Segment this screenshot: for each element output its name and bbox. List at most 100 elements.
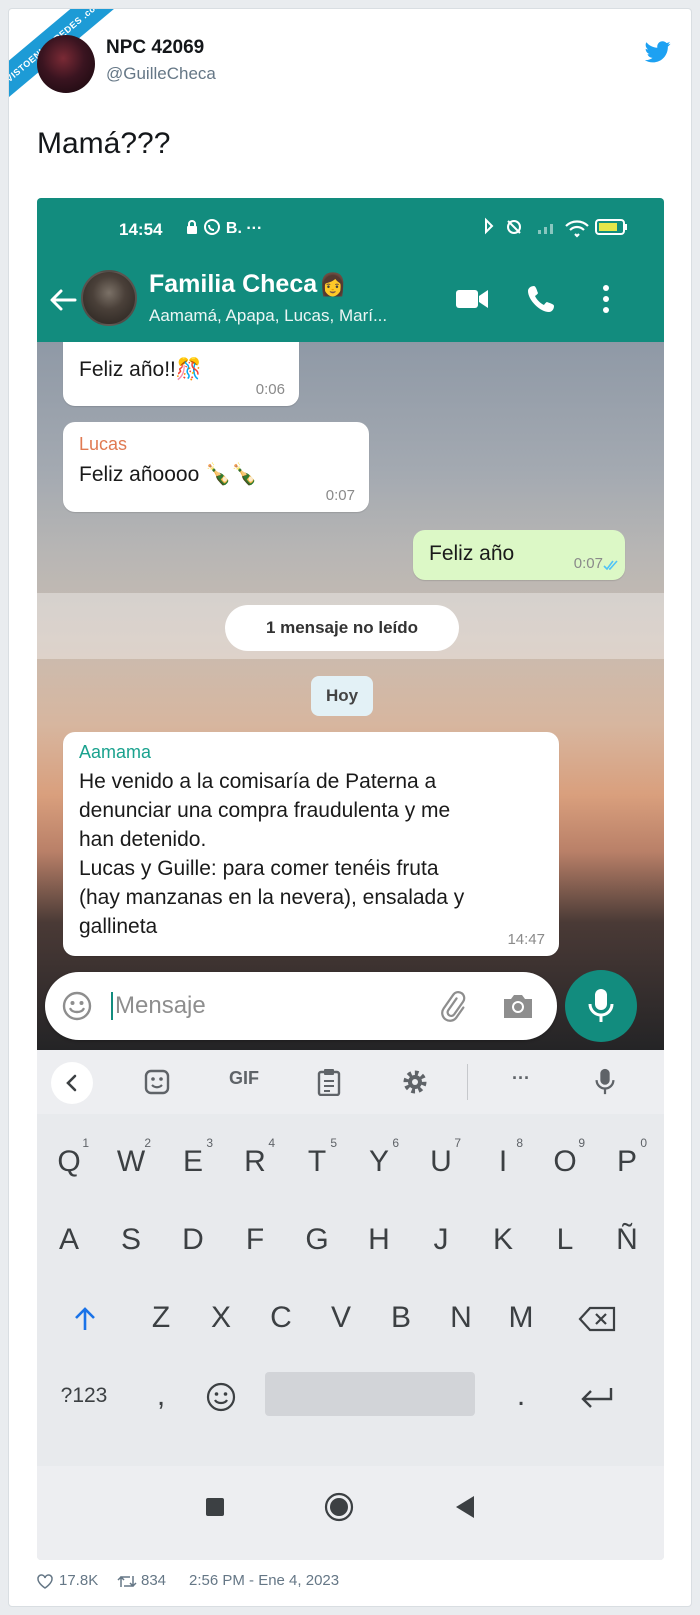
key-s[interactable]: S	[103, 1210, 159, 1270]
key-n[interactable]: N	[433, 1288, 489, 1348]
backspace-icon	[578, 1306, 616, 1332]
message-line: han detenido.	[79, 828, 207, 851]
message-sender[interactable]: Aamama	[79, 742, 543, 763]
home-circle-icon[interactable]	[324, 1492, 354, 1522]
message-line: gallineta	[79, 915, 158, 938]
keyboard-back-button[interactable]	[51, 1062, 93, 1104]
keyboard-toolbar: GIF ···	[37, 1050, 664, 1114]
camera-icon[interactable]	[501, 990, 535, 1022]
message-bubble-incoming[interactable]: Lucas Feliz añoooo 🍾🍾 0:07	[63, 422, 369, 512]
key-g[interactable]: G	[289, 1210, 345, 1270]
tweet-card: VISTOENLASREDES .com NPC 42069 @GuilleCh…	[8, 8, 692, 1607]
smiley-icon	[206, 1382, 236, 1412]
key-e[interactable]: E3	[165, 1132, 221, 1192]
space-key[interactable]	[265, 1372, 475, 1416]
key-m[interactable]: M	[493, 1288, 549, 1348]
key-v[interactable]: V	[313, 1288, 369, 1348]
comma-key[interactable]: ,	[133, 1366, 189, 1426]
key-k[interactable]: K	[475, 1210, 531, 1270]
key-h[interactable]: H	[351, 1210, 407, 1270]
shift-key[interactable]	[57, 1288, 113, 1348]
unread-messages-badge: 1 mensaje no leído	[225, 605, 459, 651]
chat-app-bar: Familia Checa👩 Aamamá, Apapa, Lucas, Mar…	[37, 248, 664, 342]
message-line: denunciar una compra fraudulenta y me	[79, 799, 451, 822]
back-arrow-icon[interactable]	[49, 288, 77, 312]
clipboard-icon[interactable]	[315, 1068, 343, 1096]
read-ticks-icon	[603, 560, 618, 570]
voice-record-button[interactable]	[565, 970, 637, 1042]
recents-square-icon[interactable]	[204, 1496, 226, 1518]
key-l[interactable]: L	[537, 1210, 593, 1270]
key-o[interactable]: O9	[537, 1132, 593, 1192]
heart-icon[interactable]	[37, 1574, 53, 1589]
key-d[interactable]: D	[165, 1210, 221, 1270]
key-f[interactable]: F	[227, 1210, 283, 1270]
message-time: 0:07	[325, 487, 355, 504]
message-bubble-incoming[interactable]: Feliz año!!🎊 0:06	[63, 342, 299, 406]
symbols-key[interactable]: ?123	[49, 1366, 119, 1426]
message-text: Feliz año!!🎊	[79, 358, 203, 381]
emoji-key[interactable]	[193, 1366, 249, 1426]
message-time: 14:47	[507, 931, 545, 948]
message-input[interactable]	[115, 989, 415, 1023]
status-time: 14:54	[119, 220, 163, 239]
microphone-icon	[588, 989, 614, 1022]
key-j[interactable]: J	[413, 1210, 469, 1270]
retweet-icon[interactable]	[117, 1574, 137, 1589]
message-line: Lucas y Guille: para comer tenéis fruta	[79, 857, 439, 880]
key-u[interactable]: U7	[413, 1132, 469, 1192]
message-line: He venido a la comisaría de Paterna a	[79, 770, 437, 793]
back-triangle-icon[interactable]	[454, 1494, 476, 1520]
message-composer	[45, 972, 557, 1040]
attach-icon[interactable]	[435, 990, 469, 1024]
chat-members[interactable]: Aamamá, Apapa, Lucas, Marí...	[149, 306, 387, 326]
backspace-key[interactable]	[569, 1288, 625, 1348]
message-sender[interactable]: Lucas	[79, 434, 353, 455]
tweet-timestamp[interactable]: 2:56 PM - Ene 4, 2023	[189, 1572, 339, 1589]
sticker-icon[interactable]	[143, 1068, 171, 1096]
android-status-bar: 14:54 B. ···	[37, 198, 664, 248]
key-b[interactable]: B	[373, 1288, 429, 1348]
message-bubble-outgoing[interactable]: Feliz año 0:07	[413, 530, 625, 580]
key-c[interactable]: C	[253, 1288, 309, 1348]
key-p[interactable]: P0	[599, 1132, 655, 1192]
tweet-footer: 17.8K 834 2:56 PM - Ene 4, 2023	[37, 1572, 437, 1592]
retweet-count[interactable]: 834	[141, 1572, 166, 1589]
key-q[interactable]: Q1	[41, 1132, 97, 1192]
video-call-icon[interactable]	[455, 288, 489, 310]
like-count[interactable]: 17.8K	[59, 1572, 98, 1589]
more-options-icon[interactable]	[600, 283, 612, 315]
whatsapp-screenshot: 14:54 B. ··· Familia Checa👩 Aamamá, Apap…	[37, 198, 664, 1560]
key-i[interactable]: I8	[475, 1132, 531, 1192]
keyboard-mic-icon[interactable]	[593, 1068, 617, 1096]
author-avatar[interactable]	[37, 35, 95, 93]
key-r[interactable]: R4	[227, 1132, 283, 1192]
key-t[interactable]: T5	[289, 1132, 345, 1192]
key-enye[interactable]: Ñ	[599, 1210, 655, 1270]
key-z[interactable]: Z	[133, 1288, 189, 1348]
key-x[interactable]: X	[193, 1288, 249, 1348]
period-key[interactable]: .	[493, 1366, 549, 1426]
keyboard: GIF ··· Q1 W2 E 3 R 4 T 5 Y 6 U 7 I 8 O …	[37, 1050, 664, 1560]
gif-button[interactable]: GIF	[222, 1068, 266, 1096]
key-w[interactable]: W2	[103, 1132, 159, 1192]
message-bubble-incoming[interactable]: Aamama He venido a la comisaría de Pater…	[63, 732, 559, 956]
twitter-bird-icon[interactable]	[645, 41, 671, 63]
phone-call-icon[interactable]	[528, 284, 556, 314]
woman-emoji-icon: 👩	[319, 272, 347, 297]
tweet-text: Mamá???	[37, 127, 171, 160]
chevron-left-icon	[66, 1074, 77, 1092]
message-text: Feliz año	[429, 542, 515, 565]
key-y[interactable]: Y6	[351, 1132, 407, 1192]
emoji-icon[interactable]	[61, 990, 93, 1022]
enter-key[interactable]	[569, 1366, 625, 1426]
author-name[interactable]: NPC 42069	[106, 37, 204, 59]
notification-icons: B. ···	[185, 218, 262, 238]
chat-messages-area[interactable]: Feliz año!!🎊 0:06 Lucas Feliz añoooo 🍾🍾 …	[37, 342, 664, 1050]
group-avatar[interactable]	[81, 270, 137, 326]
more-tools-button[interactable]: ···	[503, 1068, 539, 1096]
key-a[interactable]: A	[41, 1210, 97, 1270]
author-handle[interactable]: @GuilleCheca	[106, 64, 216, 84]
chat-title[interactable]: Familia Checa👩	[149, 270, 347, 299]
settings-gear-icon[interactable]	[401, 1068, 429, 1096]
